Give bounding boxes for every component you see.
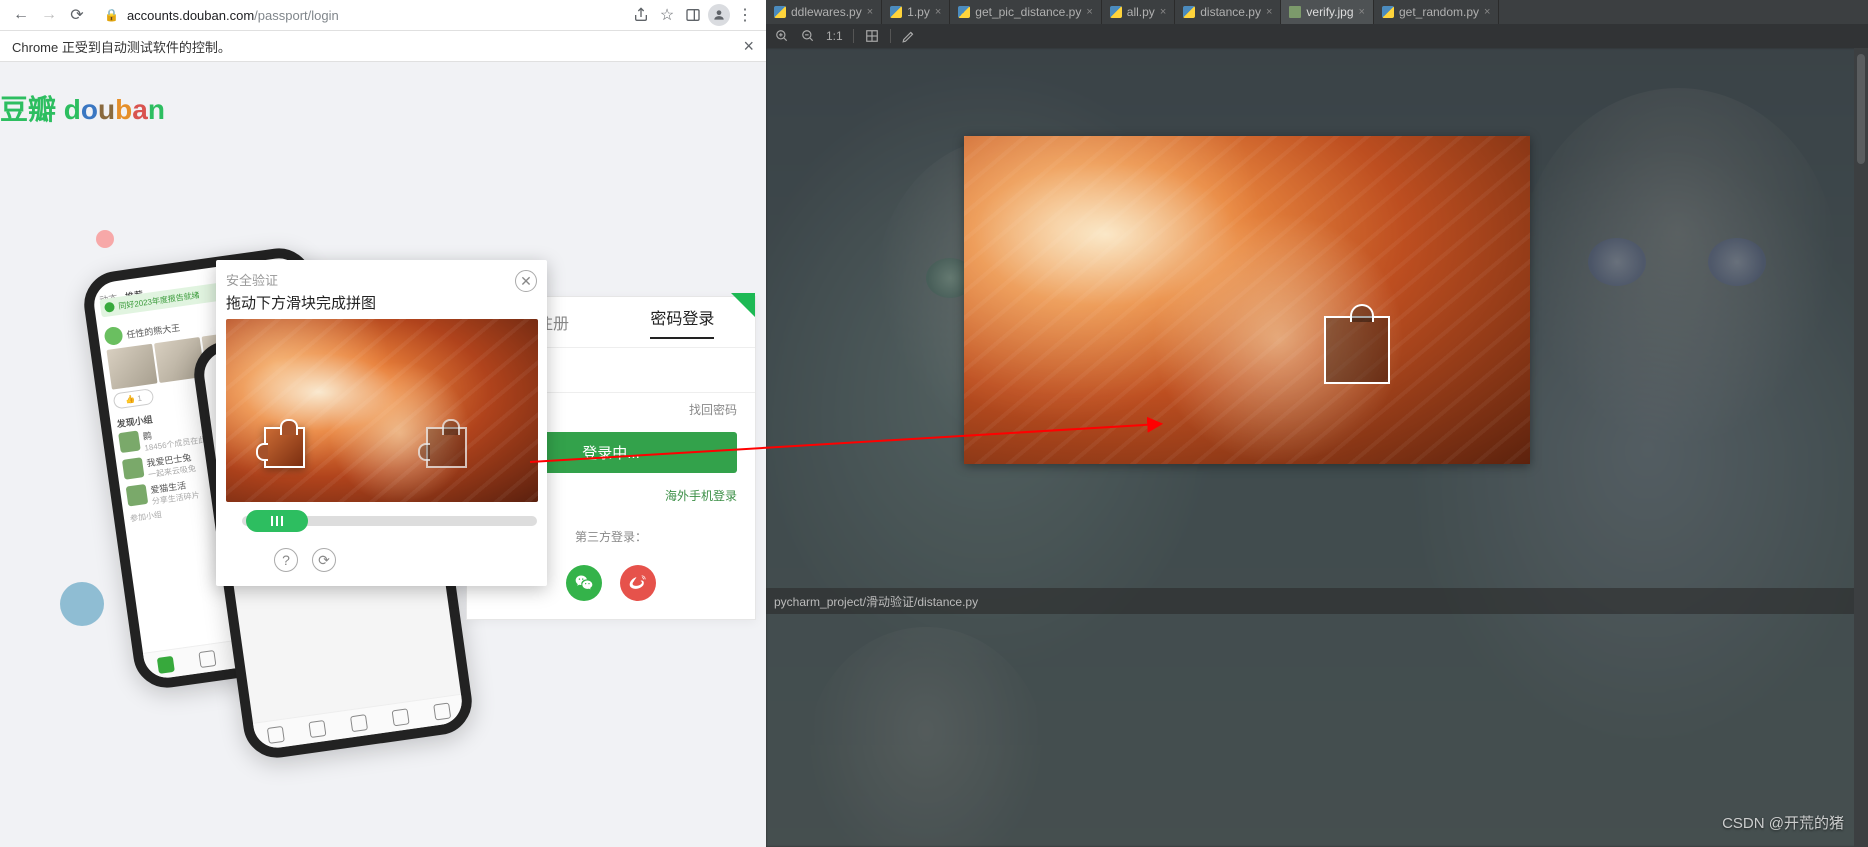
tab-label: distance.py — [1200, 5, 1261, 19]
address-text: accounts.douban.com/passport/login — [127, 8, 614, 23]
python-file-icon — [774, 6, 786, 18]
editor-tab[interactable]: 1.py × — [882, 0, 950, 24]
panel-corner-ribbon — [731, 293, 755, 317]
tab-close-icon[interactable]: × — [1160, 6, 1166, 18]
address-bar[interactable]: 🔒 accounts.douban.com/passport/login — [94, 2, 624, 28]
infobar-text: Chrome 正受到自动测试软件的控制。 — [12, 37, 231, 56]
automation-infobar: Chrome 正受到自动测试软件的控制。 × — [0, 30, 766, 62]
weibo-login-icon[interactable] — [620, 565, 656, 601]
lock-icon: 🔒 — [104, 8, 119, 22]
editor-tab[interactable]: get_pic_distance.py × — [950, 0, 1102, 24]
tab-close-icon[interactable]: × — [1266, 6, 1272, 18]
zoom-level[interactable]: 1:1 — [826, 29, 843, 43]
zoom-out-icon[interactable] — [800, 28, 816, 44]
editor-window: ddlewares.py×1.py×get_pic_distance.py×al… — [766, 0, 1868, 847]
douban-logo: 豆瓣 douban — [0, 88, 165, 128]
decor-dot-pink — [96, 230, 114, 248]
image-viewport[interactable]: pycharm_project/滑动验证/distance.py — [766, 48, 1868, 847]
captcha-dialog: 安全验证 拖动下方滑块完成拼图 ✕ ? ⟳ — [216, 260, 547, 586]
image-file-icon — [1289, 6, 1301, 18]
wechat-login-icon[interactable] — [566, 565, 602, 601]
tab-label: get_pic_distance.py — [975, 5, 1081, 19]
tab-label: 1.py — [907, 5, 930, 19]
slider-track — [226, 510, 537, 532]
image-toolbar: 1:1 — [766, 24, 1868, 48]
tab-close-icon[interactable]: × — [867, 6, 873, 18]
editor-tab[interactable]: get_random.py × — [1374, 0, 1500, 24]
python-file-icon — [1110, 6, 1122, 18]
captcha-subtitle: 安全验证 — [226, 270, 376, 289]
tab-close-icon[interactable]: × — [1359, 6, 1365, 18]
zoom-in-icon[interactable] — [774, 28, 790, 44]
panel-icon[interactable] — [682, 4, 704, 26]
editor-tab[interactable]: distance.py × — [1175, 0, 1281, 24]
tab-password-login[interactable]: 密码登录 — [650, 305, 714, 339]
verify-puzzle-slot — [1324, 316, 1390, 384]
python-file-icon — [1183, 6, 1195, 18]
verify-image — [964, 136, 1530, 464]
profile-avatar[interactable] — [708, 4, 730, 26]
share-icon[interactable] — [630, 4, 652, 26]
tab-label: verify.jpg — [1306, 5, 1353, 19]
captcha-title: 拖动下方滑块完成拼图 — [226, 292, 376, 313]
captcha-refresh-button[interactable]: ⟳ — [312, 548, 336, 572]
color-picker-icon[interactable] — [901, 28, 917, 44]
tab-close-icon[interactable]: × — [1086, 6, 1092, 18]
captcha-close-button[interactable]: ✕ — [515, 270, 537, 292]
captcha-help-button[interactable]: ? — [274, 548, 298, 572]
editor-tab[interactable]: ddlewares.py × — [766, 0, 882, 24]
nav-reload-button[interactable]: ⟳ — [66, 4, 88, 26]
toolbar-right: ☆ ⋮ — [630, 4, 756, 26]
page-content: 豆瓣 douban 动态推荐 同好2023年度报告就绪 任性的熊大王 👍 1 发… — [0, 62, 766, 847]
nav-forward-button[interactable]: → — [38, 4, 60, 26]
tab-close-icon[interactable]: × — [1484, 6, 1490, 18]
tab-close-icon[interactable]: × — [935, 6, 941, 18]
status-bar: pycharm_project/滑动验证/distance.py — [766, 588, 1868, 614]
kebab-menu-icon[interactable]: ⋮ — [734, 4, 756, 26]
bookmark-star-icon[interactable]: ☆ — [656, 4, 678, 26]
grid-icon[interactable] — [864, 28, 880, 44]
decor-dot-blue — [60, 582, 104, 626]
tab-label: get_random.py — [1399, 5, 1479, 19]
puzzle-target-slot — [426, 427, 467, 468]
tab-label: ddlewares.py — [791, 5, 862, 19]
python-file-icon — [1382, 6, 1394, 18]
slider-thumb[interactable] — [246, 510, 308, 532]
tab-label: all.py — [1127, 5, 1155, 19]
csdn-watermark: CSDN @开荒的猪 — [1722, 812, 1844, 833]
browser-window: ← → ⟳ 🔒 accounts.douban.com/passport/log… — [0, 0, 766, 847]
browser-toolbar: ← → ⟳ 🔒 accounts.douban.com/passport/log… — [0, 0, 766, 30]
python-file-icon — [890, 6, 902, 18]
puzzle-piece[interactable] — [264, 427, 305, 468]
python-file-icon — [958, 6, 970, 18]
infobar-close-button[interactable]: × — [743, 36, 754, 57]
captcha-image — [226, 319, 538, 502]
nav-back-button[interactable]: ← — [10, 4, 32, 26]
editor-tab-bar: ddlewares.py×1.py×get_pic_distance.py×al… — [766, 0, 1868, 24]
editor-scrollbar[interactable] — [1854, 48, 1868, 847]
editor-tab[interactable]: verify.jpg × — [1281, 0, 1374, 24]
editor-tab[interactable]: all.py × — [1102, 0, 1175, 24]
